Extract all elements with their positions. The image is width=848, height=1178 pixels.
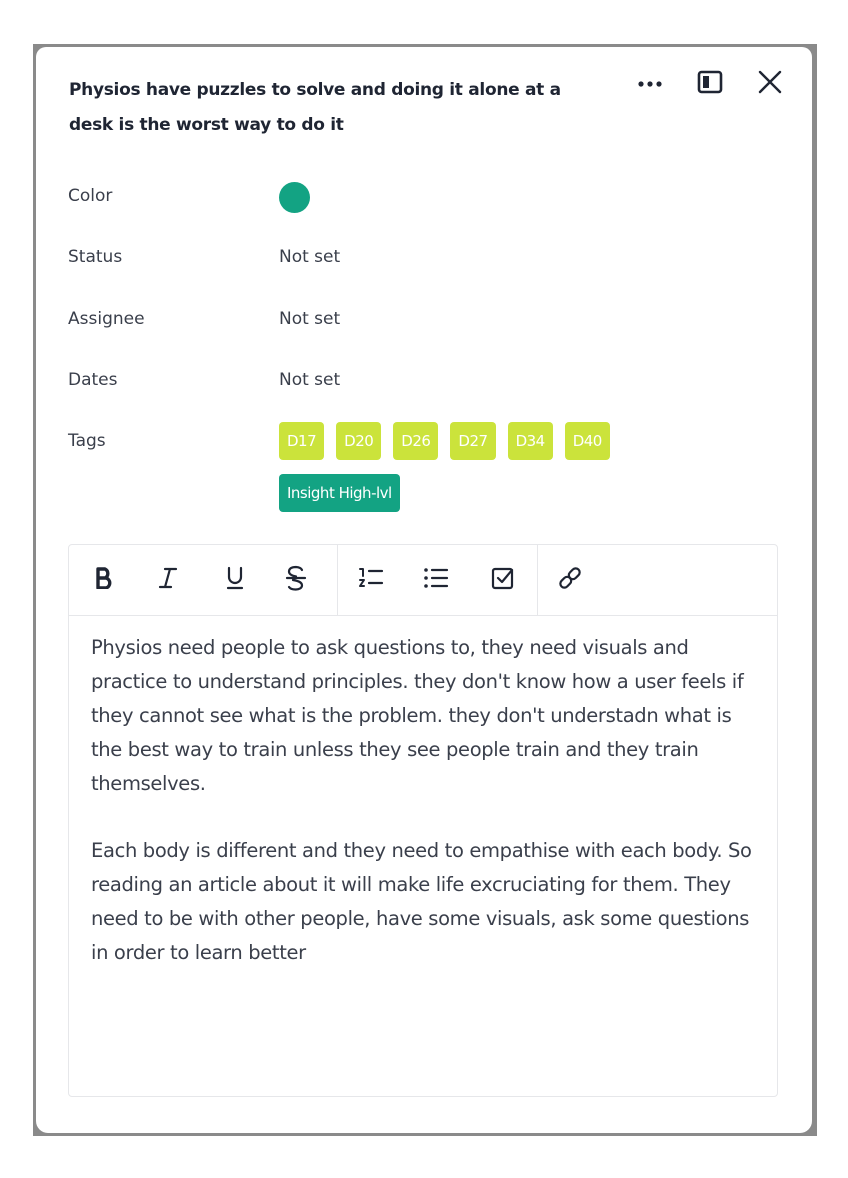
assignee-value[interactable]: Not set <box>279 309 340 329</box>
bold-button[interactable] <box>87 563 121 597</box>
link-icon <box>557 565 583 596</box>
bullet-list-icon <box>423 567 449 594</box>
description-paragraph: Each body is different and they need to … <box>91 839 752 964</box>
tag-chip[interactable]: D26 <box>393 422 439 460</box>
bullet-list-button[interactable] <box>419 563 453 597</box>
numbered-list-button[interactable] <box>354 563 388 597</box>
status-label: Status <box>68 247 123 267</box>
checklist-button[interactable] <box>486 563 520 597</box>
status-value[interactable]: Not set <box>279 247 340 267</box>
underline-icon <box>225 566 245 595</box>
card-detail-panel: Physios have puzzles to solve and doing … <box>36 47 812 1133</box>
strikethrough-icon <box>285 565 307 596</box>
italic-icon <box>157 567 179 594</box>
tag-chip[interactable]: D27 <box>450 422 496 460</box>
more-options-button[interactable] <box>630 67 670 101</box>
tag-chip[interactable]: D40 <box>564 422 610 460</box>
description-text[interactable]: Physios need people to ask questions to,… <box>91 631 761 1003</box>
tag-chip[interactable]: D20 <box>336 422 382 460</box>
color-swatch[interactable] <box>279 182 310 213</box>
more-horizontal-icon <box>637 75 663 93</box>
toolbar-divider <box>337 545 338 615</box>
tags-list: D17 D20 D26 D27 D34 D40 Insight High-lvl <box>279 422 719 512</box>
strikethrough-button[interactable] <box>279 563 313 597</box>
numbered-list-icon <box>358 566 384 595</box>
link-button[interactable] <box>553 563 587 597</box>
tag-chip[interactable]: Insight High-lvl <box>279 474 400 512</box>
description-paragraph: Physios need people to ask questions to,… <box>91 636 744 795</box>
close-icon <box>758 70 782 99</box>
toolbar-divider <box>537 545 538 615</box>
assignee-label: Assignee <box>68 309 145 329</box>
italic-button[interactable] <box>151 563 185 597</box>
close-button[interactable] <box>752 67 788 101</box>
side-panel-icon <box>697 70 723 99</box>
tag-chip[interactable]: D17 <box>279 422 325 460</box>
dates-value[interactable]: Not set <box>279 370 340 390</box>
dates-label: Dates <box>68 370 118 390</box>
tag-chip[interactable]: D34 <box>507 422 553 460</box>
underline-button[interactable] <box>218 563 252 597</box>
color-label: Color <box>68 186 113 206</box>
formatting-toolbar <box>69 545 777 616</box>
open-side-panel-button[interactable] <box>692 67 728 101</box>
bold-icon <box>94 566 114 594</box>
checklist-icon <box>491 566 515 595</box>
tags-label: Tags <box>68 431 106 451</box>
card-title[interactable]: Physios have puzzles to solve and doing … <box>69 73 589 143</box>
description-editor: Physios need people to ask questions to,… <box>68 544 778 1097</box>
